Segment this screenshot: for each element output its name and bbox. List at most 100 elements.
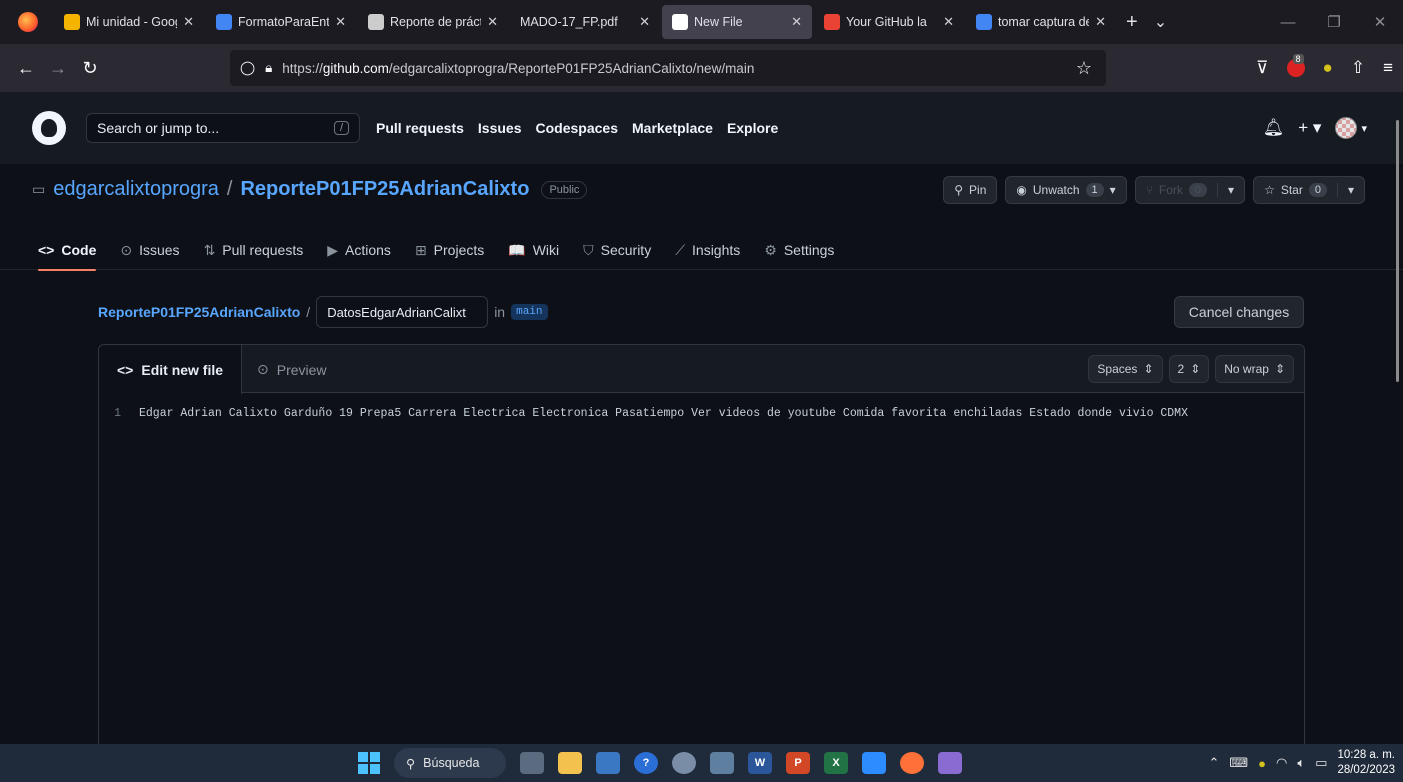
keyboard-icon[interactable]: ⌨ (1229, 755, 1248, 771)
indent-size-select[interactable]: 2 ⇕ (1168, 355, 1210, 383)
chevron-up-icon[interactable]: ⌃ (1208, 755, 1219, 771)
powerpoint-icon[interactable]: P (786, 752, 810, 774)
tray-app-icon[interactable]: ● (1258, 756, 1266, 771)
extension-icon[interactable]: 8 (1286, 54, 1305, 77)
close-tab-icon[interactable]: ✕ (1095, 14, 1106, 30)
extension-2-icon[interactable]: ● (1323, 58, 1333, 78)
snipping-tool-icon[interactable] (938, 752, 962, 774)
task-view-icon[interactable] (520, 752, 544, 774)
close-tab-icon[interactable]: ✕ (183, 14, 194, 30)
browser-tab[interactable]: Reporte de práctic ✕ (358, 5, 508, 39)
graph-icon: ⟋ (675, 241, 686, 258)
close-tab-icon[interactable]: ✕ (335, 14, 346, 30)
browser-tab[interactable]: tomar captura de ✕ (966, 5, 1116, 39)
browser-tab[interactable]: Your GitHub la ✕ (814, 5, 964, 39)
chevron-down-icon[interactable]: ▾ (1336, 183, 1354, 197)
code-line[interactable]: 1 Edgar Adrian Calixto Garduño 19 Prepa5… (99, 407, 1188, 420)
tab-edit-new-file[interactable]: <> Edit new file (99, 345, 243, 394)
repo-name-link[interactable]: ReporteP01FP25AdrianCalixto (240, 178, 529, 201)
github-nav-link[interactable]: Issues (478, 120, 522, 136)
file-explorer-icon[interactable] (558, 752, 582, 774)
firefox-icon[interactable] (18, 12, 38, 32)
close-window-icon[interactable]: ✕ (1357, 13, 1403, 31)
back-arrow-icon[interactable]: ← (10, 58, 42, 79)
pin-button[interactable]: ⚲ Pin (943, 176, 998, 204)
unwatch-button[interactable]: ◉ Unwatch 1 ▾ (1005, 176, 1127, 204)
tab-settings[interactable]: ⚙ Settings (764, 230, 834, 270)
battery-icon[interactable]: ▭ (1315, 755, 1327, 771)
tab-projects[interactable]: ⊞ Projects (415, 230, 484, 270)
tab-actions[interactable]: ▶ Actions (327, 230, 391, 270)
tab-preview[interactable]: ⊙ Preview (239, 345, 345, 394)
close-tab-icon[interactable]: ✕ (791, 14, 802, 30)
branch-badge: main (511, 304, 548, 320)
volume-icon[interactable]: 🔈︎ (1297, 755, 1305, 771)
windows-start-icon[interactable] (358, 752, 380, 774)
page-scrollbar[interactable] (1396, 120, 1399, 382)
github-nav-link[interactable]: Pull requests (376, 120, 464, 136)
cancel-changes-button[interactable]: Cancel changes (1174, 296, 1304, 328)
github-nav-link[interactable]: Marketplace (632, 120, 713, 136)
tab-insights[interactable]: ⟋ Insights (675, 230, 740, 270)
share-icon[interactable]: ⇧ (1351, 58, 1365, 78)
list-all-tabs-button[interactable]: ⌄ (1154, 12, 1167, 32)
github-nav-link[interactable]: Codespaces (536, 120, 618, 136)
address-bar[interactable]: ◯ 🔒︎ https://github.com/edgarcalixtoprog… (230, 50, 1106, 86)
line-number: 1 (114, 407, 121, 420)
shield-icon[interactable]: ◯ (240, 60, 255, 76)
github-nav-link[interactable]: Explore (727, 120, 778, 136)
tab-issues[interactable]: ⊙ Issues (120, 230, 179, 270)
book-icon: 📖 (508, 241, 526, 258)
browser-tab[interactable]: MADO-17_FP.pdf ✕ (510, 5, 660, 39)
close-tab-icon[interactable]: ✕ (639, 14, 650, 30)
firefox-taskbar-icon[interactable] (900, 752, 924, 774)
settings-icon[interactable] (672, 752, 696, 774)
wrap-mode-select[interactable]: No wrap ⇕ (1215, 355, 1294, 383)
close-tab-icon[interactable]: ✕ (943, 14, 954, 30)
avatar[interactable] (1335, 117, 1358, 139)
reload-icon[interactable]: ↻ (74, 58, 106, 79)
filename-input[interactable] (316, 296, 489, 328)
word-icon[interactable]: W (748, 752, 772, 774)
fork-button[interactable]: ⑂ Fork 0 ▾ (1134, 176, 1246, 204)
browser-tab[interactable]: FormatoParaEntre ✕ (206, 5, 356, 39)
excel-icon[interactable]: X (824, 752, 848, 774)
forward-arrow-icon[interactable]: → (42, 58, 74, 79)
indent-mode-select[interactable]: Spaces ⇕ (1088, 355, 1163, 383)
help-icon[interactable]: ? (634, 752, 658, 774)
browser-tab[interactable]: New File ✕ (662, 5, 812, 39)
menu-icon[interactable]: ≡ (1383, 58, 1393, 78)
tab-security[interactable]: ⛉ Security (583, 230, 651, 270)
restore-icon[interactable]: ❐ (1311, 13, 1357, 31)
browser-tab[interactable]: Mi unidad - Goog ✕ (54, 5, 204, 39)
bell-icon[interactable]: 🔔︎ (1263, 118, 1285, 138)
chevron-down-icon[interactable]: ▾ (1110, 183, 1116, 197)
lock-icon[interactable]: 🔒︎ (265, 60, 272, 76)
create-new-dropdown[interactable]: + ▾ (1298, 118, 1321, 138)
tab-pull-requests[interactable]: ⇅ Pull requests (204, 230, 304, 270)
wifi-icon[interactable]: ◠ (1276, 755, 1287, 771)
search-input[interactable]: Search or jump to... / (86, 113, 360, 143)
repo-tab-label: Code (61, 242, 97, 258)
bookmark-star-icon[interactable]: ☆ (1076, 58, 1092, 79)
breadcrumb-repo-link[interactable]: ReporteP01FP25AdrianCalixto (98, 304, 300, 320)
clock[interactable]: 10:28 a. m. 28/02/2023 (1337, 748, 1395, 778)
minimize-icon[interactable]: — (1265, 14, 1311, 31)
camera-icon[interactable] (710, 752, 734, 774)
store-icon[interactable] (596, 752, 620, 774)
pocket-icon[interactable]: ⊽ (1256, 58, 1268, 78)
tab-code[interactable]: <> Code (38, 230, 97, 271)
avatar-caret-icon[interactable]: ▾ (1361, 122, 1367, 135)
chevron-down-icon[interactable]: ▾ (1217, 183, 1234, 197)
taskbar-search[interactable]: ⚲ Búsqueda (394, 748, 506, 778)
url-text[interactable]: https://github.com/edgarcalixtoprogra/Re… (282, 61, 754, 76)
zoom-icon[interactable] (862, 752, 886, 774)
new-tab-button[interactable]: + (1126, 11, 1138, 34)
line-content[interactable]: Edgar Adrian Calixto Garduño 19 Prepa5 C… (139, 407, 1188, 420)
github-logo-icon[interactable] (32, 111, 66, 145)
repo-owner-link[interactable]: edgarcalixtoprogra (53, 178, 219, 201)
close-tab-icon[interactable]: ✕ (487, 14, 498, 30)
star-button[interactable]: ☆ Star 0 ▾ (1253, 176, 1365, 204)
tab-wiki[interactable]: 📖 Wiki (508, 230, 559, 270)
in-label: in (494, 304, 506, 320)
